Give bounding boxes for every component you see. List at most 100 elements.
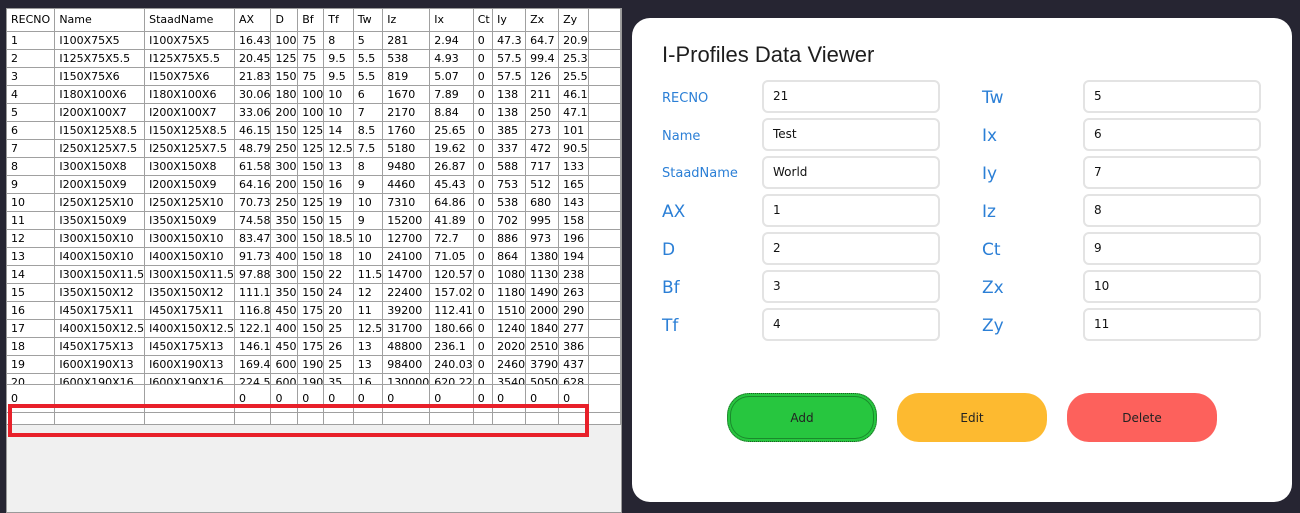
grid-cell[interactable]: 1080	[492, 265, 527, 284]
grid-cell[interactable]: 8.84	[429, 103, 474, 122]
table-row[interactable]: 3 I150X75X6 I150X75X6 21.83 150 75 9.5 5.5 819 5.…	[7, 67, 621, 86]
table-row[interactable]: 13 I400X150X10 I400X150X10 91.73 400 150 18 10 2…	[7, 247, 621, 266]
grid-cell[interactable]: 973	[525, 229, 560, 248]
grid-cell[interactable]: 0	[473, 85, 494, 104]
table-row[interactable]: 15 I350X150X12 I350X150X12 111.1 350 150 24 12 2…	[7, 283, 621, 302]
column-header-zy[interactable]: Zy	[558, 9, 589, 32]
grid-cell[interactable]: 200	[270, 103, 299, 122]
grid-cell[interactable]: 83.47	[234, 229, 272, 248]
grid-cell[interactable]	[144, 384, 235, 413]
grid-cell[interactable]: 0	[473, 247, 494, 266]
grid-cell[interactable]: 190	[297, 373, 325, 385]
grid-cell[interactable]: 10	[353, 193, 384, 212]
table-row[interactable]: 16 I450X175X11 I450X175X11 116.8 450 175 20 11 3…	[7, 301, 621, 320]
grid-cell[interactable]: 14700	[382, 265, 431, 284]
grid-cell[interactable]: 72.7	[429, 229, 474, 248]
table-row[interactable]: 5 I200X100X7 I200X100X7 33.06 200 100 10 7 2170 8…	[7, 103, 621, 122]
grid-cell[interactable]: 9.5	[323, 67, 354, 86]
grid-cell[interactable]: 12.5	[323, 139, 354, 158]
grid-cell[interactable]: I400X150X10	[54, 247, 146, 266]
grid-cell[interactable]: 8	[353, 157, 384, 176]
grid-cell[interactable]: I200X100X7	[144, 103, 235, 122]
column-header-recno[interactable]: RECNO	[7, 9, 56, 32]
grid-cell[interactable]: I180X100X6	[144, 85, 235, 104]
column-header-zx[interactable]: Zx	[525, 9, 560, 32]
grid-cell[interactable]: 165	[558, 175, 589, 194]
grid-cell[interactable]: 300	[270, 265, 299, 284]
staadname-field[interactable]: World	[762, 156, 940, 189]
grid-cell[interactable]: 0	[473, 67, 494, 86]
grid-cell[interactable]: 0	[353, 384, 384, 413]
grid-cell[interactable]: 0	[473, 211, 494, 230]
grid-cell[interactable]: I100X75X5	[144, 31, 235, 50]
grid-cell[interactable]: 224.5	[234, 373, 272, 385]
grid-cell[interactable]: I250X125X7.5	[144, 139, 235, 158]
table-row[interactable]: 2 I125X75X5.5 I125X75X5.5 20.45 125 75 9.5 5.5 5…	[7, 49, 621, 68]
grid-cell[interactable]: 25	[323, 355, 354, 374]
table-row[interactable]: 17 I400X150X12.5 I400X150X12.5 122.1 400 150 2…	[7, 319, 621, 338]
grid-cell[interactable]: 350	[270, 211, 299, 230]
column-header-bf[interactable]: Bf	[297, 9, 325, 32]
grid-cell[interactable]: 175	[297, 301, 325, 320]
grid-cell[interactable]: 47.3	[492, 31, 527, 50]
grid-cell[interactable]: 472	[525, 139, 560, 158]
grid-cell[interactable]: I600X190X13	[54, 355, 146, 374]
grid-cell[interactable]: 628	[558, 373, 589, 385]
grid-cell[interactable]: 14	[323, 121, 354, 140]
grid-cell[interactable]: I350X150X12	[144, 283, 235, 302]
grid-cell[interactable]: 273	[525, 121, 560, 140]
grid-cell[interactable]: I300X150X10	[54, 229, 146, 248]
column-header-ix[interactable]: Ix	[429, 9, 474, 32]
grid-cell[interactable]: 13	[323, 157, 354, 176]
grid-cell[interactable]: 12700	[382, 229, 431, 248]
grid-cell[interactable]: 211	[525, 85, 560, 104]
grid-cell[interactable]: 864	[492, 247, 527, 266]
table-row-new[interactable]: 000000000000	[7, 384, 621, 413]
grid-cell[interactable]: 90.5	[558, 139, 589, 158]
grid-cell[interactable]: I150X125X8.5	[54, 121, 146, 140]
grid-cell[interactable]: 46.15	[234, 121, 272, 140]
grid-cell[interactable]: 0	[297, 384, 325, 413]
grid-cell[interactable]: 20.45	[234, 49, 272, 68]
table-row[interactable]: 11 I350X150X9 I350X150X9 74.58 350 150 15 9 1520…	[7, 211, 621, 230]
grid-cell[interactable]: 100	[270, 31, 299, 50]
ax-field[interactable]: 1	[762, 194, 940, 227]
grid-cell[interactable]: 16	[7, 301, 56, 320]
grid-cell[interactable]: I125X75X5.5	[54, 49, 146, 68]
grid-cell[interactable]: 5.5	[353, 49, 384, 68]
grid-cell[interactable]: I400X150X12.5	[54, 319, 146, 338]
grid-cell[interactable]: 0	[473, 31, 494, 50]
grid-cell[interactable]: 8.5	[353, 121, 384, 140]
grid-cell[interactable]: 1	[7, 31, 56, 50]
grid-cell[interactable]: 0	[473, 193, 494, 212]
grid-cell[interactable]: 175	[297, 337, 325, 356]
grid-cell[interactable]: 9.5	[323, 49, 354, 68]
grid-cell[interactable]: 14	[7, 265, 56, 284]
grid-cell[interactable]: 13	[353, 337, 384, 356]
grid-cell[interactable]: 47.1	[558, 103, 589, 122]
grid-cell[interactable]: 0	[473, 229, 494, 248]
table-row[interactable]: 4 I180X100X6 I180X100X6 30.06 180 100 10 6 1670 7…	[7, 85, 621, 104]
grid-cell[interactable]: 25.65	[429, 121, 474, 140]
grid-cell[interactable]: I600X190X16	[54, 373, 146, 385]
grid-cell[interactable]: 512	[525, 175, 560, 194]
grid-cell[interactable]: I180X100X6	[54, 85, 146, 104]
grid-cell[interactable]: 6	[353, 85, 384, 104]
grid-cell[interactable]: 2170	[382, 103, 431, 122]
grid-cell[interactable]: 538	[382, 49, 431, 68]
name-field[interactable]: Test	[762, 118, 940, 151]
grid-cell[interactable]: 196	[558, 229, 589, 248]
grid-cell[interactable]: 588	[492, 157, 527, 176]
grid-cell[interactable]: 48.79	[234, 139, 272, 158]
grid-cell[interactable]: 0	[323, 384, 354, 413]
grid-cell[interactable]: 125	[270, 49, 299, 68]
grid-cell[interactable]: 31700	[382, 319, 431, 338]
grid-cell[interactable]	[54, 384, 146, 413]
grid-cell[interactable]: I600X190X16	[144, 373, 235, 385]
table-row-partial[interactable]: 20 I600X190X16 I600X190X16 224.5 600 190 35 16 1…	[7, 373, 621, 385]
table-row[interactable]: 7 I250X125X7.5 I250X125X7.5 48.79 250 125 12.5…	[7, 139, 621, 158]
iy-field[interactable]: 7	[1083, 156, 1261, 189]
grid-cell[interactable]: 143	[558, 193, 589, 212]
grid-cell[interactable]: 20	[323, 301, 354, 320]
grid-cell[interactable]: 1380	[525, 247, 560, 266]
